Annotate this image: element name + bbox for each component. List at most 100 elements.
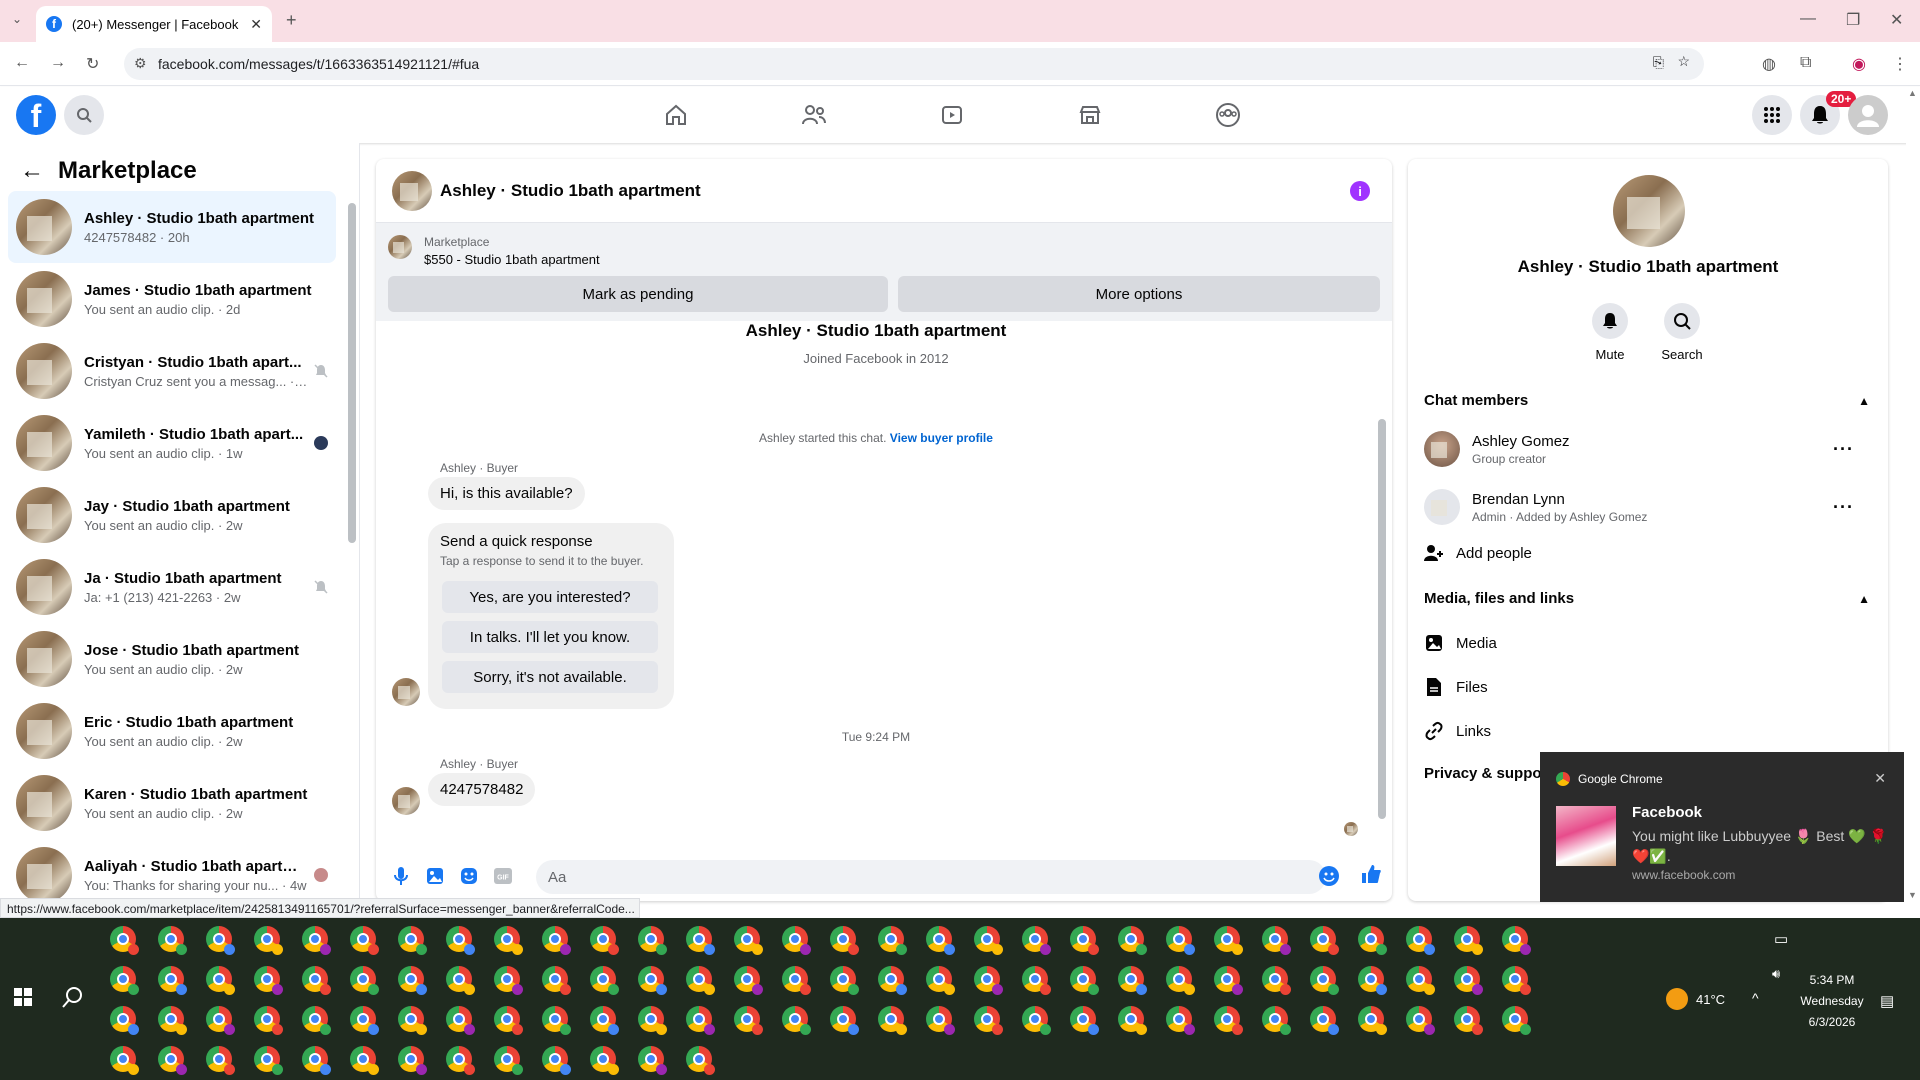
conversation-item[interactable]: Eric · Studio 1bath apartment You sent an… xyxy=(8,695,336,767)
scroll-up-icon[interactable]: ▲ xyxy=(1908,88,1917,98)
search-facebook-button[interactable] xyxy=(64,95,104,135)
taskbar-chrome-icon[interactable] xyxy=(254,966,283,995)
show-hidden-icons-chevron-icon[interactable]: ^ xyxy=(1752,990,1759,1006)
taskbar-chrome-icon[interactable] xyxy=(1262,966,1291,995)
home-nav-icon[interactable] xyxy=(662,101,690,129)
taskbar-chrome-icon[interactable] xyxy=(542,1006,571,1035)
taskbar-chrome-icon[interactable] xyxy=(1166,926,1195,955)
member-row[interactable]: Brendan Lynn Admin · Added by Ashley Gome… xyxy=(1424,483,1884,531)
conversation-item[interactable]: Yamileth · Studio 1bath apart... You sent… xyxy=(8,407,336,479)
thumbs-up-like-icon[interactable] xyxy=(1360,863,1382,885)
taskbar-chrome-icon[interactable] xyxy=(1310,966,1339,995)
taskbar-chrome-icon[interactable] xyxy=(926,1006,955,1035)
taskbar-chrome-icon[interactable] xyxy=(734,966,763,995)
gif-icon[interactable]: GIF xyxy=(492,865,514,887)
taskbar-chrome-icon[interactable] xyxy=(1166,1006,1195,1035)
taskbar-chrome-icon[interactable] xyxy=(830,1006,859,1035)
taskbar-chrome-icon[interactable] xyxy=(1454,966,1483,995)
taskbar-chrome-icon[interactable] xyxy=(686,1006,715,1035)
search-in-conversation-action[interactable]: Search xyxy=(1642,303,1722,362)
taskbar-chrome-icon[interactable] xyxy=(494,926,523,955)
taskbar-chrome-icon[interactable] xyxy=(638,1046,667,1075)
taskbar-chrome-icon[interactable] xyxy=(494,1046,523,1075)
taskbar-chrome-icon[interactable] xyxy=(926,926,955,955)
conversation-info-icon[interactable]: i xyxy=(1350,181,1370,201)
bookmark-star-icon[interactable]: ☆ xyxy=(1677,53,1690,70)
close-notification-icon[interactable]: ✕ xyxy=(1874,770,1886,787)
taskbar-chrome-icon[interactable] xyxy=(1214,1006,1243,1035)
taskbar-chrome-icon[interactable] xyxy=(926,966,955,995)
taskbar-chrome-icon[interactable] xyxy=(494,966,523,995)
account-avatar[interactable] xyxy=(1848,95,1888,135)
taskbar-chrome-icon[interactable] xyxy=(734,926,763,955)
member-row[interactable]: Ashley Gomez Group creator ··· xyxy=(1424,425,1884,473)
taskbar-search-icon[interactable] xyxy=(62,986,84,1008)
taskbar-chrome-icon[interactable] xyxy=(302,926,331,955)
emoji-icon[interactable] xyxy=(1318,865,1340,887)
site-info-icon[interactable]: ⚙ xyxy=(134,55,147,72)
taskbar-chrome-icon[interactable] xyxy=(1358,966,1387,995)
temperature-text[interactable]: 41°C xyxy=(1696,992,1725,1007)
chat-scrollbar[interactable] xyxy=(1378,419,1386,819)
quick-response-not-available-button[interactable]: Sorry, it's not available. xyxy=(442,661,658,693)
chevron-up-icon[interactable]: ▲ xyxy=(1858,394,1870,408)
conversation-item[interactable]: Cristyan · Studio 1bath apart... Cristyan… xyxy=(8,335,336,407)
browser-menu-icon[interactable]: ⋮ xyxy=(1892,54,1908,74)
scroll-down-icon[interactable]: ▼ xyxy=(1908,890,1917,900)
more-options-icon[interactable]: ··· xyxy=(1833,439,1854,460)
conversation-item[interactable]: Jose · Studio 1bath apartment You sent an… xyxy=(8,623,336,695)
taskbar-chrome-icon[interactable] xyxy=(158,966,187,995)
taskbar-chrome-icon[interactable] xyxy=(446,966,475,995)
chat-members-header[interactable]: Chat members xyxy=(1424,392,1528,409)
taskbar-chrome-icon[interactable] xyxy=(830,926,859,955)
video-nav-icon[interactable] xyxy=(938,101,966,129)
friends-nav-icon[interactable] xyxy=(800,101,828,129)
taskbar-chrome-icon[interactable] xyxy=(686,926,715,955)
taskbar-chrome-icon[interactable] xyxy=(1406,1006,1435,1035)
sender-avatar[interactable] xyxy=(392,787,420,815)
taskbar-chrome-icon[interactable] xyxy=(1454,1006,1483,1035)
incoming-message[interactable]: 4247578482 xyxy=(428,773,536,806)
window-close-icon[interactable]: ✕ xyxy=(1890,10,1903,30)
taskbar-chrome-icon[interactable] xyxy=(974,926,1003,955)
conversation-item[interactable]: James · Studio 1bath apartment You sent a… xyxy=(8,263,336,335)
sidebar-scrollbar[interactable] xyxy=(348,203,356,543)
taskbar-chrome-icon[interactable] xyxy=(1022,1006,1051,1035)
address-bar[interactable]: ⚙ facebook.com/messages/t/16633635149211… xyxy=(124,48,1704,80)
taskbar-chrome-icon[interactable] xyxy=(878,966,907,995)
taskbar-chrome-icon[interactable] xyxy=(446,1046,475,1075)
taskbar-chrome-icon[interactable] xyxy=(1022,966,1051,995)
taskbar-chrome-icon[interactable] xyxy=(302,1006,331,1035)
close-tab-icon[interactable]: ✕ xyxy=(250,16,262,33)
links-item[interactable]: Links xyxy=(1424,721,1491,741)
taskbar-chrome-icon[interactable] xyxy=(254,1046,283,1075)
chevron-up-icon[interactable]: ▲ xyxy=(1858,592,1870,606)
taskbar-chrome-icon[interactable] xyxy=(782,966,811,995)
taskbar-chrome-icon[interactable] xyxy=(254,1006,283,1035)
taskbar-chrome-icon[interactable] xyxy=(638,1006,667,1035)
reload-icon[interactable]: ↻ xyxy=(86,54,99,74)
extensions-icon[interactable]: ⧉ xyxy=(1800,54,1811,72)
mark-as-pending-button[interactable]: Mark as pending xyxy=(388,276,888,312)
files-item[interactable]: Files xyxy=(1424,677,1488,697)
taskbar-chrome-icon[interactable] xyxy=(1310,926,1339,955)
conversation-item[interactable]: Ja · Studio 1bath apartment Ja: +1 (213) … xyxy=(8,551,336,623)
quick-response-in-talks-button[interactable]: In talks. I'll let you know. xyxy=(442,621,658,653)
taskbar-chrome-icon[interactable] xyxy=(686,966,715,995)
taskbar-chrome-icon[interactable] xyxy=(350,1046,379,1075)
taskbar-chrome-icon[interactable] xyxy=(350,926,379,955)
marketplace-nav-icon[interactable] xyxy=(1076,101,1104,129)
conversation-item[interactable]: Karen · Studio 1bath apartment You sent a… xyxy=(8,767,336,839)
taskbar-chrome-icon[interactable] xyxy=(590,966,619,995)
media-files-links-header[interactable]: Media, files and links xyxy=(1424,590,1574,607)
translate-icon[interactable]: ◍ xyxy=(1762,54,1776,74)
taskbar-chrome-icon[interactable] xyxy=(1262,926,1291,955)
taskbar-chrome-icon[interactable] xyxy=(1262,1006,1291,1035)
taskbar-chrome-icon[interactable] xyxy=(398,966,427,995)
taskbar-chrome-icon[interactable] xyxy=(542,1046,571,1075)
minimize-icon[interactable]: — xyxy=(1800,10,1816,28)
view-buyer-profile-link[interactable]: View buyer profile xyxy=(890,431,993,445)
install-app-icon[interactable]: ⎘ xyxy=(1653,54,1664,71)
taskbar-chrome-icon[interactable] xyxy=(398,1046,427,1075)
sticker-icon[interactable] xyxy=(458,865,480,887)
